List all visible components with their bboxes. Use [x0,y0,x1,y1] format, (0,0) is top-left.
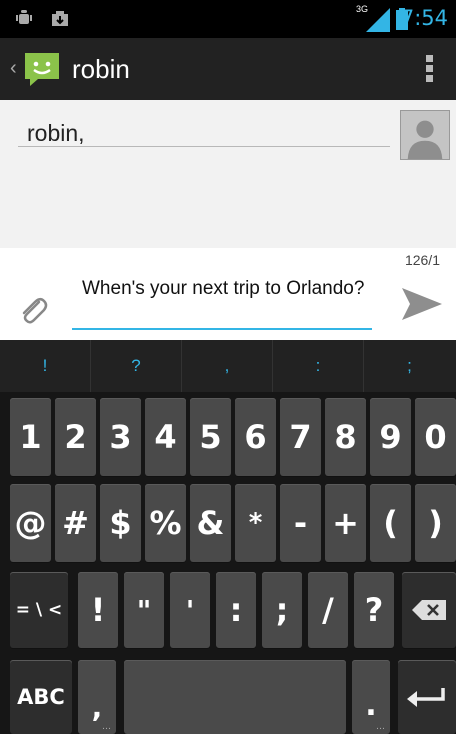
key-more-symbols[interactable]: = \ < [10,572,68,648]
key-3[interactable]: 3 [100,398,141,476]
enter-icon [407,688,445,707]
key-colon[interactable]: : [216,572,256,648]
key-1[interactable]: 1 [10,398,51,476]
suggestion-strip: ! ? , : ; [0,340,456,392]
up-chevron-icon[interactable]: ‹ [10,57,17,80]
key-single-quote[interactable]: ' [170,572,210,648]
send-icon[interactable] [400,286,444,322]
key-hash[interactable]: # [55,484,96,562]
action-bar: ‹ robin [0,38,456,101]
key-0[interactable]: 0 [415,398,456,476]
key-asterisk[interactable]: * [235,484,276,562]
key-at[interactable]: @ [10,484,51,562]
key-semicolon[interactable]: ; [262,572,302,648]
conversation-title[interactable]: robin [72,54,130,85]
key-more-indicator: … [102,722,111,732]
recipients-panel: robin, [0,100,456,248]
messaging-app-icon[interactable] [22,49,62,89]
key-8[interactable]: 8 [325,398,366,476]
key-plus[interactable]: + [325,484,366,562]
key-double-quote[interactable]: " [124,572,164,648]
character-counter: 126/1 [404,252,440,268]
suggestion-item[interactable]: ; [364,340,455,392]
key-left-paren[interactable]: ( [370,484,411,562]
clock: 7:54 [400,6,448,30]
key-period[interactable]: . … [352,660,390,734]
compose-area: 126/1 When's your next trip to Orlando? [0,248,456,340]
key-backspace[interactable] [402,572,456,648]
key-ampersand[interactable]: & [190,484,231,562]
key-period-label: . [365,687,377,723]
key-9[interactable]: 9 [370,398,411,476]
key-percent[interactable]: % [145,484,186,562]
message-input[interactable]: When's your next trip to Orlando? [82,278,372,300]
contact-photo-icon[interactable] [400,110,450,160]
suggestion-item[interactable]: ? [91,340,182,392]
key-dollar[interactable]: $ [100,484,141,562]
key-6[interactable]: 6 [235,398,276,476]
android-debug-icon [16,10,32,24]
signal-icon [366,8,390,32]
key-5[interactable]: 5 [190,398,231,476]
download-icon [52,11,68,26]
key-comma[interactable]: , … [78,660,116,734]
key-exclamation[interactable]: ! [78,572,118,648]
key-question[interactable]: ? [354,572,394,648]
key-right-paren[interactable]: ) [415,484,456,562]
key-enter[interactable] [398,660,456,734]
status-bar: 3G 7:54 [0,0,456,38]
key-more-indicator: … [376,722,385,732]
message-underline [72,328,372,330]
attach-icon[interactable] [15,292,51,328]
backspace-icon [412,600,446,620]
key-7[interactable]: 7 [280,398,321,476]
keyboard: ! ? , : ; 1 2 3 4 5 6 7 8 9 0 @ # $ % & … [0,340,456,734]
suggestion-item[interactable]: : [273,340,364,392]
recipient-field[interactable]: robin, [27,120,85,147]
key-space[interactable] [124,660,346,734]
key-minus[interactable]: - [280,484,321,562]
overflow-menu-icon[interactable] [426,55,434,83]
key-abc[interactable]: ABC [10,660,72,734]
key-comma-label: , [91,690,103,724]
key-2[interactable]: 2 [55,398,96,476]
key-slash[interactable]: / [308,572,348,648]
suggestion-item[interactable]: , [182,340,273,392]
suggestion-item[interactable]: ! [0,340,91,392]
recipient-underline [18,146,390,147]
key-4[interactable]: 4 [145,398,186,476]
